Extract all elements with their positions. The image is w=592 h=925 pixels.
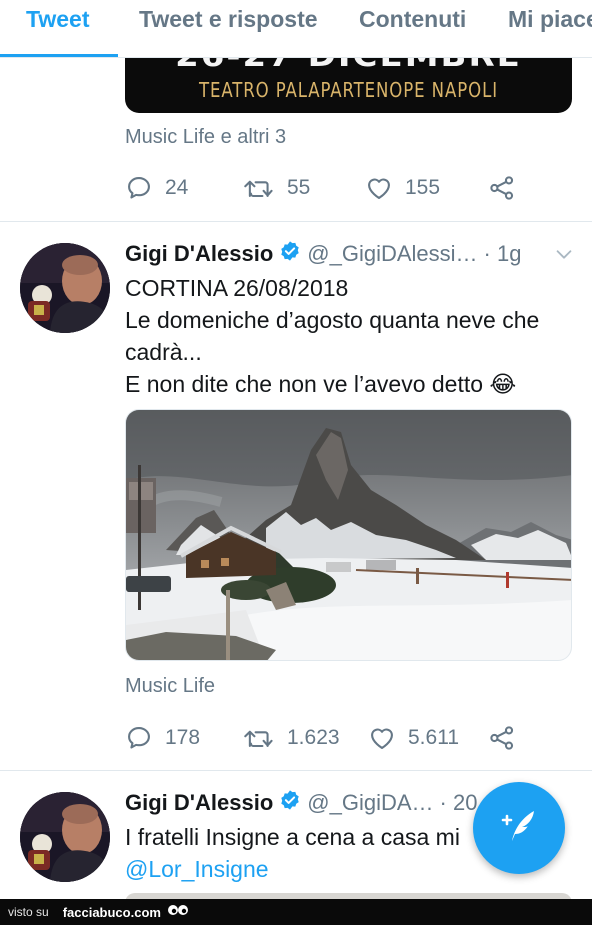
verified-badge-icon xyxy=(279,789,301,817)
chevron-down-icon[interactable] xyxy=(553,243,575,271)
like-button[interactable]: 155 xyxy=(365,173,440,203)
author-name[interactable]: Gigi D'Alessio xyxy=(125,241,273,267)
profile-tabs: Tweet Tweet e risposte Contenuti Mi piac… xyxy=(0,0,592,58)
avatar[interactable] xyxy=(20,792,110,882)
retweet-count: 55 xyxy=(287,176,311,199)
watermark-bar: visto su facciabuco.com xyxy=(0,899,592,925)
tab-tweet[interactable]: Tweet xyxy=(26,6,89,33)
tweet-1-photo[interactable] xyxy=(125,409,572,661)
reply-icon xyxy=(125,174,153,202)
like-button[interactable]: 5.611 xyxy=(368,723,459,753)
author-handle[interactable]: @_GigiDAlessi… xyxy=(307,241,477,267)
tweet-0-actions: 24 55 155 xyxy=(125,173,565,203)
like-count: 155 xyxy=(405,176,441,199)
author-name[interactable]: Gigi D'Alessio xyxy=(125,790,273,816)
avatar[interactable] xyxy=(20,243,110,333)
share-button[interactable] xyxy=(488,173,516,203)
retweet-count: 1.623 xyxy=(287,726,340,749)
author-handle[interactable]: @_GigiDA… xyxy=(307,790,433,816)
watermark-prefix: visto su xyxy=(8,905,49,919)
tweet-text-line: CORTINA 26/08/2018 xyxy=(125,275,349,301)
reply-count: 178 xyxy=(165,726,201,749)
tweet-1-header: Gigi D'Alessio @_GigiDAlessi… · 1g xyxy=(125,239,575,269)
share-icon xyxy=(488,724,516,752)
verified-badge-icon xyxy=(279,240,301,268)
eyes-logo-icon xyxy=(167,902,189,923)
reply-count: 24 xyxy=(165,176,189,199)
active-tab-indicator xyxy=(0,54,118,57)
like-count: 5.611 xyxy=(408,726,459,749)
tweet-0-via[interactable]: Music Life e altri 3 xyxy=(125,126,286,149)
like-icon xyxy=(365,174,393,202)
reply-icon xyxy=(125,724,153,752)
retweet-icon xyxy=(243,724,275,752)
tweet-divider xyxy=(0,221,592,222)
reply-button[interactable]: 24 xyxy=(125,173,188,203)
retweet-button[interactable]: 55 xyxy=(243,173,310,203)
like-icon xyxy=(368,724,396,752)
reply-button[interactable]: 178 xyxy=(125,723,200,753)
tweet-text-line: Le domeniche d’agosto quanta neve che ca… xyxy=(125,307,540,365)
tweet-text-line: E non dite che non ve l’avevo detto 😂 xyxy=(125,371,517,397)
tweet-time: · 1g xyxy=(483,241,522,266)
tweet-1-actions: 178 1.623 5.611 xyxy=(125,723,565,753)
tab-contenuti[interactable]: Contenuti xyxy=(359,6,466,33)
tweet-divider xyxy=(0,770,592,771)
share-icon xyxy=(488,174,516,202)
retweet-icon xyxy=(243,174,275,202)
compose-tweet-button[interactable] xyxy=(473,782,565,874)
tweet-time: · 20 xyxy=(439,790,478,815)
share-button[interactable] xyxy=(488,723,516,753)
banner-venue-text: TEATRO PALAPARTENOPE NAPOLI xyxy=(198,78,499,102)
compose-tweet-icon xyxy=(496,803,542,854)
mention-link[interactable]: @Lor_Insigne xyxy=(125,856,269,882)
retweet-button[interactable]: 1.623 xyxy=(243,723,340,753)
tweet-1-text: CORTINA 26/08/2018 Le domeniche d’agosto… xyxy=(125,272,575,400)
tweet-1-via[interactable]: Music Life xyxy=(125,675,215,698)
watermark-site[interactable]: facciabuco.com xyxy=(63,905,161,920)
tab-tweet-e-risposte[interactable]: Tweet e risposte xyxy=(139,6,318,33)
tab-mi-piace[interactable]: Mi piace xyxy=(508,6,592,33)
